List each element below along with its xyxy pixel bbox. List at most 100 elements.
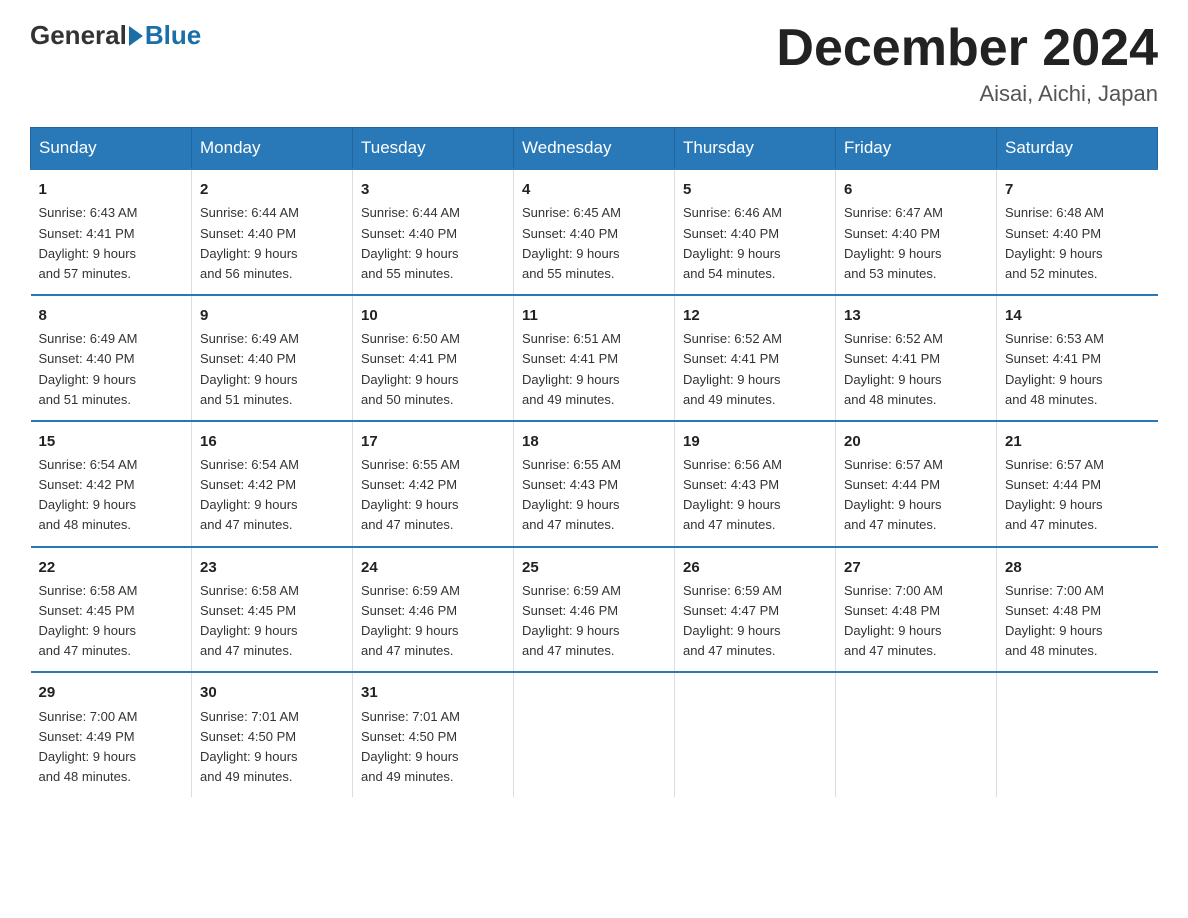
calendar-cell: 22Sunrise: 6:58 AMSunset: 4:45 PMDayligh…: [31, 547, 192, 673]
day-number: 31: [361, 681, 505, 704]
calendar-cell: 29 Sunrise: 7:00 AMSunset: 4:49 PMDayligh…: [31, 672, 192, 797]
calendar-cell: 14Sunrise: 6:53 AMSunset: 4:41 PMDayligh…: [997, 295, 1158, 421]
calendar-cell: 30Sunrise: 7:01 AMSunset: 4:50 PMDayligh…: [192, 672, 353, 797]
day-number: 10: [361, 304, 505, 327]
weekday-header-saturday: Saturday: [997, 128, 1158, 170]
calendar-cell: 5Sunrise: 6:46 AMSunset: 4:40 PMDaylight…: [675, 169, 836, 295]
calendar-cell: [836, 672, 997, 797]
day-info: Sunrise: 6:57 AMSunset: 4:44 PMDaylight:…: [1005, 455, 1150, 536]
day-number: 11: [522, 304, 666, 327]
day-number: 19: [683, 430, 827, 453]
day-info: Sunrise: 7:01 AMSunset: 4:50 PMDaylight:…: [361, 707, 505, 788]
day-info: Sunrise: 6:53 AMSunset: 4:41 PMDaylight:…: [1005, 329, 1150, 410]
calendar-cell: 31 Sunrise: 7:01 AMSunset: 4:50 PMDayligh…: [353, 672, 514, 797]
day-info: Sunrise: 6:51 AMSunset: 4:41 PMDaylight:…: [522, 329, 666, 410]
day-info: Sunrise: 6:55 AMSunset: 4:43 PMDaylight:…: [522, 455, 666, 536]
day-info: Sunrise: 6:45 AMSunset: 4:40 PMDaylight:…: [522, 203, 666, 284]
day-info: Sunrise: 6:52 AMSunset: 4:41 PMDaylight:…: [683, 329, 827, 410]
day-number: 14: [1005, 304, 1150, 327]
weekday-header-tuesday: Tuesday: [353, 128, 514, 170]
location-text: Aisai, Aichi, Japan: [776, 81, 1158, 107]
calendar-cell: 27Sunrise: 7:00 AMSunset: 4:48 PMDayligh…: [836, 547, 997, 673]
day-number: 17: [361, 430, 505, 453]
calendar-week-row: 29 Sunrise: 7:00 AMSunset: 4:49 PMDayligh…: [31, 672, 1158, 797]
day-number: 20: [844, 430, 988, 453]
calendar-cell: 4Sunrise: 6:45 AMSunset: 4:40 PMDaylight…: [514, 169, 675, 295]
day-number: 6: [844, 178, 988, 201]
weekday-header-row: SundayMondayTuesdayWednesdayThursdayFrid…: [31, 128, 1158, 170]
day-number: 8: [39, 304, 184, 327]
day-number: 16: [200, 430, 344, 453]
calendar-cell: 8Sunrise: 6:49 AMSunset: 4:40 PMDaylight…: [31, 295, 192, 421]
day-number: 26: [683, 556, 827, 579]
calendar-cell: 17Sunrise: 6:55 AMSunset: 4:42 PMDayligh…: [353, 421, 514, 547]
calendar-week-row: 8Sunrise: 6:49 AMSunset: 4:40 PMDaylight…: [31, 295, 1158, 421]
calendar-cell: 25Sunrise: 6:59 AMSunset: 4:46 PMDayligh…: [514, 547, 675, 673]
calendar-cell: 16Sunrise: 6:54 AMSunset: 4:42 PMDayligh…: [192, 421, 353, 547]
weekday-header-thursday: Thursday: [675, 128, 836, 170]
day-number: 18: [522, 430, 666, 453]
day-info: Sunrise: 6:58 AMSunset: 4:45 PMDaylight:…: [39, 581, 184, 662]
logo-arrow-icon: [129, 26, 143, 46]
calendar-cell: 9Sunrise: 6:49 AMSunset: 4:40 PMDaylight…: [192, 295, 353, 421]
calendar-cell: 2Sunrise: 6:44 AMSunset: 4:40 PMDaylight…: [192, 169, 353, 295]
calendar-cell: 6Sunrise: 6:47 AMSunset: 4:40 PMDaylight…: [836, 169, 997, 295]
calendar-cell: 18Sunrise: 6:55 AMSunset: 4:43 PMDayligh…: [514, 421, 675, 547]
calendar-cell: 26Sunrise: 6:59 AMSunset: 4:47 PMDayligh…: [675, 547, 836, 673]
day-number: 25: [522, 556, 666, 579]
calendar-cell: 19Sunrise: 6:56 AMSunset: 4:43 PMDayligh…: [675, 421, 836, 547]
calendar-cell: [675, 672, 836, 797]
calendar-cell: 24Sunrise: 6:59 AMSunset: 4:46 PMDayligh…: [353, 547, 514, 673]
calendar-cell: 13Sunrise: 6:52 AMSunset: 4:41 PMDayligh…: [836, 295, 997, 421]
day-info: Sunrise: 6:43 AMSunset: 4:41 PMDaylight:…: [39, 203, 184, 284]
day-number: 5: [683, 178, 827, 201]
day-info: Sunrise: 6:58 AMSunset: 4:45 PMDaylight:…: [200, 581, 344, 662]
calendar-cell: [514, 672, 675, 797]
day-info: Sunrise: 6:47 AMSunset: 4:40 PMDaylight:…: [844, 203, 988, 284]
title-area: December 2024 Aisai, Aichi, Japan: [776, 20, 1158, 107]
day-info: Sunrise: 6:54 AMSunset: 4:42 PMDaylight:…: [39, 455, 184, 536]
day-number: 22: [39, 556, 184, 579]
calendar-cell: 20Sunrise: 6:57 AMSunset: 4:44 PMDayligh…: [836, 421, 997, 547]
day-number: 4: [522, 178, 666, 201]
calendar-table: SundayMondayTuesdayWednesdayThursdayFrid…: [30, 127, 1158, 797]
day-number: 1: [39, 178, 184, 201]
day-info: Sunrise: 6:44 AMSunset: 4:40 PMDaylight:…: [200, 203, 344, 284]
page-header: General Blue December 2024 Aisai, Aichi,…: [30, 20, 1158, 107]
day-info: Sunrise: 7:00 AMSunset: 4:49 PMDaylight:…: [39, 707, 184, 788]
calendar-cell: 15Sunrise: 6:54 AMSunset: 4:42 PMDayligh…: [31, 421, 192, 547]
day-info: Sunrise: 6:54 AMSunset: 4:42 PMDaylight:…: [200, 455, 344, 536]
day-number: 13: [844, 304, 988, 327]
logo: General Blue: [30, 20, 201, 51]
day-info: Sunrise: 6:59 AMSunset: 4:46 PMDaylight:…: [522, 581, 666, 662]
day-info: Sunrise: 6:48 AMSunset: 4:40 PMDaylight:…: [1005, 203, 1150, 284]
day-number: 2: [200, 178, 344, 201]
day-info: Sunrise: 7:01 AMSunset: 4:50 PMDaylight:…: [200, 707, 344, 788]
logo-general-text: General: [30, 20, 127, 51]
day-number: 23: [200, 556, 344, 579]
day-info: Sunrise: 6:52 AMSunset: 4:41 PMDaylight:…: [844, 329, 988, 410]
day-info: Sunrise: 6:46 AMSunset: 4:40 PMDaylight:…: [683, 203, 827, 284]
weekday-header-wednesday: Wednesday: [514, 128, 675, 170]
calendar-cell: 12Sunrise: 6:52 AMSunset: 4:41 PMDayligh…: [675, 295, 836, 421]
day-number: 3: [361, 178, 505, 201]
day-info: Sunrise: 6:59 AMSunset: 4:47 PMDaylight:…: [683, 581, 827, 662]
day-info: Sunrise: 6:57 AMSunset: 4:44 PMDaylight:…: [844, 455, 988, 536]
day-number: 29: [39, 681, 184, 704]
month-title: December 2024: [776, 20, 1158, 77]
calendar-cell: 11Sunrise: 6:51 AMSunset: 4:41 PMDayligh…: [514, 295, 675, 421]
calendar-cell: 1Sunrise: 6:43 AMSunset: 4:41 PMDaylight…: [31, 169, 192, 295]
calendar-week-row: 22Sunrise: 6:58 AMSunset: 4:45 PMDayligh…: [31, 547, 1158, 673]
calendar-week-row: 15Sunrise: 6:54 AMSunset: 4:42 PMDayligh…: [31, 421, 1158, 547]
logo-blue-text: Blue: [145, 20, 201, 51]
calendar-cell: [997, 672, 1158, 797]
calendar-cell: 7Sunrise: 6:48 AMSunset: 4:40 PMDaylight…: [997, 169, 1158, 295]
day-info: Sunrise: 6:55 AMSunset: 4:42 PMDaylight:…: [361, 455, 505, 536]
day-number: 27: [844, 556, 988, 579]
day-info: Sunrise: 6:49 AMSunset: 4:40 PMDaylight:…: [39, 329, 184, 410]
weekday-header-monday: Monday: [192, 128, 353, 170]
day-number: 28: [1005, 556, 1150, 579]
calendar-cell: 3Sunrise: 6:44 AMSunset: 4:40 PMDaylight…: [353, 169, 514, 295]
day-info: Sunrise: 6:49 AMSunset: 4:40 PMDaylight:…: [200, 329, 344, 410]
calendar-cell: 28Sunrise: 7:00 AMSunset: 4:48 PMDayligh…: [997, 547, 1158, 673]
